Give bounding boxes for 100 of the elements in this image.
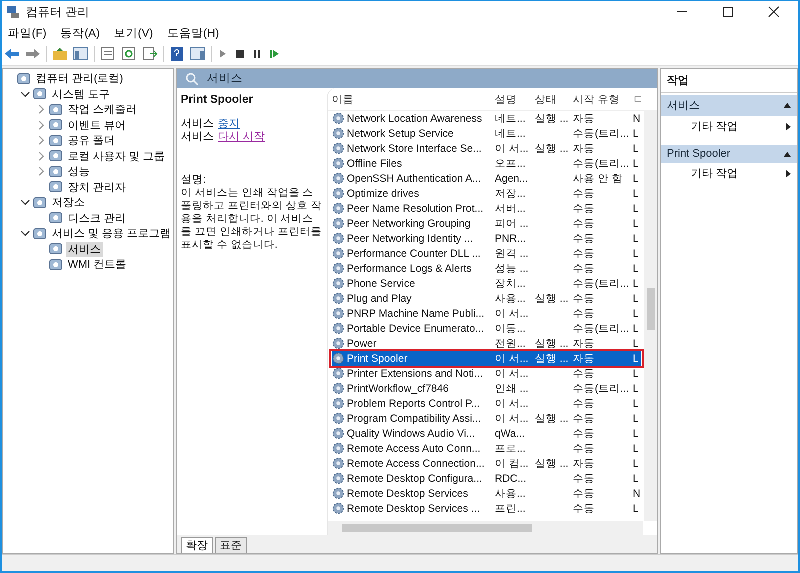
tree-item[interactable]: 이벤트 뷰어 xyxy=(66,118,128,133)
table-cell-text: L xyxy=(633,172,640,184)
table-cell-text: L xyxy=(633,352,640,364)
action-link[interactable]: 다시 시작 xyxy=(218,131,266,144)
stop-icon[interactable] xyxy=(234,48,246,60)
description-cell-text: 저장... xyxy=(495,186,527,200)
back-arrow-icon[interactable] xyxy=(4,47,20,61)
menu-item[interactable]: 보기(V) xyxy=(114,26,154,40)
action-menu-item[interactable]: 기타 작업 xyxy=(661,116,797,137)
export-icon[interactable] xyxy=(142,47,158,61)
collapsed-chevron-icon[interactable] xyxy=(37,167,46,176)
description-cell-text: RDC... xyxy=(495,472,528,484)
table-cell-text: L xyxy=(633,248,640,260)
gear-icon xyxy=(332,292,345,305)
description-cell-text: 원격 ... xyxy=(495,246,530,260)
console-tree-icon[interactable] xyxy=(73,47,89,61)
node-icon xyxy=(49,180,63,194)
startup-type-cell-text: 수동 xyxy=(573,246,596,260)
tree-item[interactable]: 로컬 사용자 및 그룹 xyxy=(66,148,168,164)
service-name-cell-text: Power xyxy=(347,338,378,350)
service-name-cell-text: Offline Files xyxy=(347,158,404,170)
startup-type-cell-text: 자동 xyxy=(573,456,596,470)
tree-item[interactable]: 서비스 및 응용 프로그램 xyxy=(50,226,174,242)
service-name-cell-text: Portable Device Enumerato... xyxy=(347,322,486,334)
node-icon xyxy=(49,211,63,226)
window-title: 컴퓨터 관리 xyxy=(26,4,90,20)
collapsed-chevron-icon[interactable] xyxy=(37,152,46,161)
service-name-cell-text: Network Store Interface Se... xyxy=(347,142,483,154)
tree-item[interactable]: 장치 관리자 xyxy=(66,180,128,195)
column-header[interactable]: 시작 유형 xyxy=(573,93,633,107)
table-cell-text: L xyxy=(633,368,640,380)
gear-icon xyxy=(332,232,345,245)
gear-icon xyxy=(332,457,345,470)
description-cell-text: 네트... xyxy=(495,112,527,126)
collapsed-chevron-icon[interactable] xyxy=(37,136,46,146)
close-icon[interactable] xyxy=(768,6,780,18)
node-icon xyxy=(33,196,47,210)
action-menu-item[interactable]: 기타 작업 xyxy=(661,163,797,184)
collapsed-chevron-icon[interactable] xyxy=(37,120,46,130)
tree-item[interactable]: 공유 폴더 xyxy=(66,133,118,148)
section-header[interactable]: 서비스 xyxy=(661,95,797,116)
maximize-icon[interactable] xyxy=(722,6,734,18)
node-icon xyxy=(49,118,63,132)
startup-type-cell-text: 자동 xyxy=(573,112,596,126)
expanded-chevron-icon[interactable] xyxy=(21,229,30,238)
help-icon[interactable] xyxy=(169,47,185,61)
table-cell-text: L xyxy=(633,308,640,320)
tree-item[interactable]: 서비스 xyxy=(66,242,103,257)
column-header[interactable]: ㄷ xyxy=(633,93,647,107)
table-cell-text: L xyxy=(633,472,640,484)
startup-type-cell-text: 수동 xyxy=(573,426,596,440)
view-tab[interactable]: 표준 xyxy=(215,537,247,553)
gear-icon xyxy=(332,397,345,410)
column-header[interactable]: 설명 xyxy=(495,93,535,107)
tree-item[interactable]: 작업 스케줄러 xyxy=(66,102,140,118)
tree-item[interactable]: WMI 컨트롤 xyxy=(66,257,129,272)
description-cell-text: 장치... xyxy=(495,276,527,290)
collapsed-chevron-icon[interactable] xyxy=(37,105,46,114)
properties-icon[interactable] xyxy=(100,47,116,61)
tree-item[interactable]: 컴퓨터 관리(로컬) xyxy=(34,71,126,86)
collapse-arrow-icon[interactable] xyxy=(784,103,791,108)
tree-item[interactable]: 성능 xyxy=(66,164,92,180)
forward-arrow-icon[interactable] xyxy=(25,47,41,61)
node-icon xyxy=(49,258,63,272)
gear-icon xyxy=(332,352,345,365)
horizontal-scrollbar[interactable] xyxy=(328,521,643,535)
vertical-scrollbar[interactable] xyxy=(644,110,657,521)
status-cell-text: 실행 ... xyxy=(535,292,570,306)
menu-item[interactable]: 도움말(H) xyxy=(167,26,220,40)
service-name-cell-text: Phone Service xyxy=(347,278,416,290)
expanded-chevron-icon[interactable] xyxy=(21,198,30,208)
menu-item[interactable]: 파일(F) xyxy=(8,26,47,40)
action-link[interactable]: 중지 xyxy=(218,118,240,131)
gear-icon xyxy=(332,112,345,125)
tree-item[interactable]: 저장소 xyxy=(50,195,87,210)
expanded-chevron-icon[interactable] xyxy=(21,90,30,99)
action-pane-icon[interactable] xyxy=(190,47,206,61)
selected-row[interactable]: Print Spooler 이 서... 실행 ... 자동 L xyxy=(332,351,641,366)
table-cell: N xyxy=(633,488,641,500)
collapse-arrow-icon[interactable] xyxy=(784,152,791,156)
startup-type-cell-text: 수동 xyxy=(573,502,596,516)
refresh-icon[interactable] xyxy=(121,47,137,61)
description-cell-text: 성능 ... xyxy=(495,262,530,276)
resume-icon[interactable] xyxy=(268,48,280,60)
column-header[interactable]: 이름 xyxy=(332,93,495,107)
service-name-cell-text: OpenSSH Authentication A... xyxy=(347,172,482,184)
tree-item[interactable]: 디스크 관리 xyxy=(66,210,128,226)
pause-icon[interactable] xyxy=(251,48,263,60)
startup-type-cell-text: 수동(트리... xyxy=(573,126,630,140)
menu-item[interactable]: 동작(A) xyxy=(60,26,100,40)
folder-up-icon[interactable] xyxy=(52,47,68,61)
service-name-cell-text: Program Compatibility Assi... xyxy=(347,412,482,424)
node-icon xyxy=(33,226,47,241)
description-cell-text: 사용... xyxy=(495,292,527,306)
description-cell-text: 이 서... xyxy=(495,142,530,156)
column-header[interactable]: 상태 xyxy=(535,93,573,107)
tree-item[interactable]: 시스템 도구 xyxy=(50,86,112,102)
startup-type-cell-text: 수동 xyxy=(573,262,596,276)
view-tab[interactable]: 확장 xyxy=(181,537,213,553)
section-header[interactable]: Print Spooler xyxy=(661,145,797,163)
